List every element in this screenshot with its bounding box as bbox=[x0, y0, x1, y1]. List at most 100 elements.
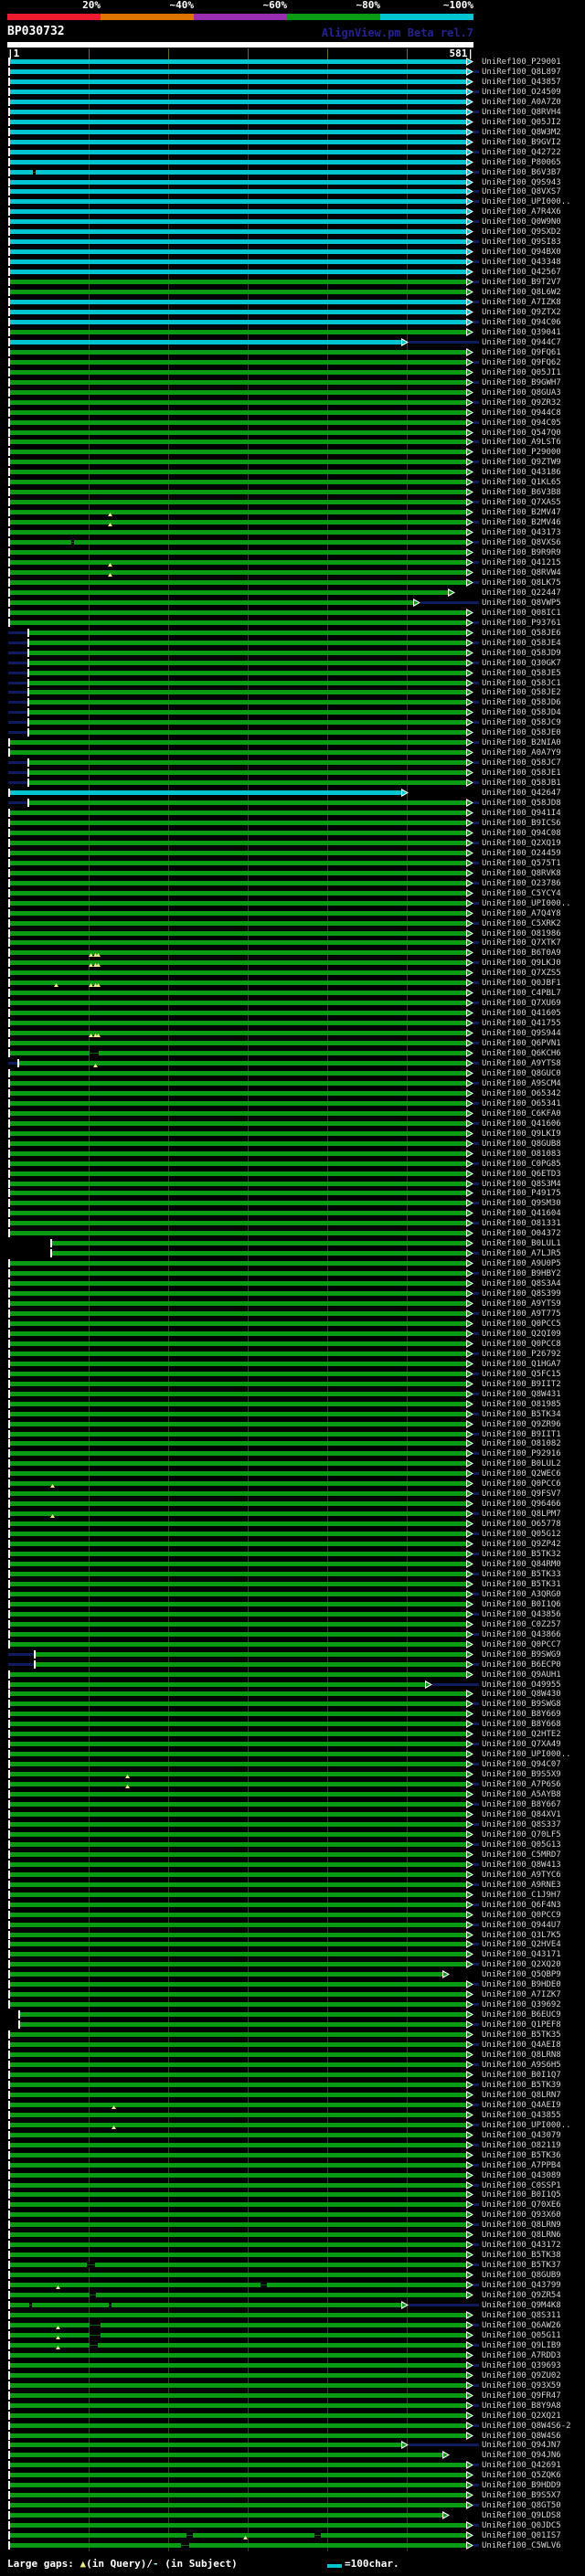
subject-label[interactable]: UniRef100_B9ICS6 bbox=[482, 819, 561, 828]
subject-label[interactable]: UniRef100_Q43855 bbox=[482, 2111, 561, 2120]
alignment-row[interactable]: UniRef100_Q93X60 bbox=[0, 2210, 585, 2220]
subject-label[interactable]: UniRef100_B5TK39 bbox=[482, 2081, 561, 2090]
subject-label[interactable]: UniRef100_O81985 bbox=[482, 1400, 561, 1409]
alignment-row[interactable]: UniRef100_Q08IC1 bbox=[0, 608, 585, 618]
alignment-row[interactable]: UniRef100_Q575T1 bbox=[0, 858, 585, 868]
alignment-row[interactable]: UniRef100_Q8LRN6 bbox=[0, 2230, 585, 2240]
alignment-row[interactable]: UniRef100_B6T0A9 bbox=[0, 948, 585, 958]
subject-label[interactable]: UniRef100_A7Q4Y8 bbox=[482, 909, 561, 918]
subject-label[interactable]: UniRef100_Q944C8 bbox=[482, 408, 561, 418]
subject-label[interactable]: UniRef100_Q4AEI9 bbox=[482, 2101, 561, 2110]
alignment-row[interactable]: UniRef100_A9YTS9 bbox=[0, 1299, 585, 1309]
subject-label[interactable]: UniRef100_O65341 bbox=[482, 1099, 561, 1108]
alignment-row[interactable]: UniRef100_Q58JE2 bbox=[0, 687, 585, 697]
subject-label[interactable]: UniRef100_O81082 bbox=[482, 1439, 561, 1448]
alignment-row[interactable]: UniRef100_A9RNE3 bbox=[0, 1880, 585, 1890]
alignment-row[interactable]: UniRef100_A7LJR5 bbox=[0, 1248, 585, 1258]
alignment-row[interactable]: UniRef100_Q0PCC5 bbox=[0, 1319, 585, 1329]
alignment-row[interactable]: UniRef100_Q9FSV7 bbox=[0, 1489, 585, 1499]
alignment-row[interactable]: UniRef100_Q9ZTX2 bbox=[0, 307, 585, 317]
alignment-row[interactable]: UniRef100_Q7XA49 bbox=[0, 1739, 585, 1749]
alignment-row[interactable]: UniRef100_Q42691 bbox=[0, 2460, 585, 2470]
subject-label[interactable]: UniRef100_Q41215 bbox=[482, 558, 561, 567]
alignment-row[interactable]: UniRef100_B5TK35 bbox=[0, 2030, 585, 2040]
alignment-row[interactable]: UniRef100_P80065 bbox=[0, 157, 585, 167]
subject-label[interactable]: UniRef100_Q70LF5 bbox=[482, 1830, 561, 1839]
subject-label[interactable]: UniRef100_Q43866 bbox=[482, 1630, 561, 1639]
subject-label[interactable]: UniRef100_Q9FQ62 bbox=[482, 358, 561, 367]
alignment-row[interactable]: UniRef100_Q9ZP42 bbox=[0, 1539, 585, 1549]
subject-label[interactable]: UniRef100_Q08IC1 bbox=[482, 609, 561, 618]
alignment-row[interactable]: UniRef100_Q0W9N0 bbox=[0, 217, 585, 227]
alignment-row[interactable]: UniRef100_Q5FC15 bbox=[0, 1369, 585, 1379]
alignment-row[interactable]: UniRef100_UPI000.. bbox=[0, 1749, 585, 1759]
subject-label[interactable]: UniRef100_Q9LIB9 bbox=[482, 2341, 561, 2350]
subject-label[interactable]: UniRef100_Q2QI09 bbox=[482, 1330, 561, 1339]
subject-label[interactable]: UniRef100_Q8GUA3 bbox=[482, 388, 561, 398]
alignment-row[interactable]: UniRef100_Q05G12 bbox=[0, 1529, 585, 1539]
subject-label[interactable]: UniRef100_Q8VWP5 bbox=[482, 599, 561, 608]
subject-label[interactable]: UniRef100_P29000 bbox=[482, 448, 561, 457]
alignment-row[interactable]: UniRef100_Q05G13 bbox=[0, 1839, 585, 1850]
subject-label[interactable]: UniRef100_A0A7Z0 bbox=[482, 98, 561, 107]
alignment-row[interactable]: UniRef100_B2NIA0 bbox=[0, 737, 585, 747]
subject-label[interactable]: UniRef100_Q0PCC9 bbox=[482, 1911, 561, 1920]
alignment-row[interactable]: UniRef100_Q58JE0 bbox=[0, 727, 585, 737]
subject-label[interactable]: UniRef100_Q944U7 bbox=[482, 1921, 561, 1930]
subject-label[interactable]: UniRef100_O04372 bbox=[482, 1229, 561, 1238]
alignment-row[interactable]: UniRef100_Q43866 bbox=[0, 1629, 585, 1639]
alignment-row[interactable]: UniRef100_Q9FR47 bbox=[0, 2390, 585, 2401]
subject-label[interactable]: UniRef100_Q58JD9 bbox=[482, 649, 561, 658]
subject-label[interactable]: UniRef100_Q58JC9 bbox=[482, 718, 561, 727]
alignment-row[interactable]: UniRef100_Q8S337 bbox=[0, 1819, 585, 1829]
subject-label[interactable]: UniRef100_P26792 bbox=[482, 1350, 561, 1359]
subject-label[interactable]: UniRef100_P80065 bbox=[482, 158, 561, 167]
alignment-row[interactable]: UniRef100_A9YTS8 bbox=[0, 1058, 585, 1068]
alignment-row[interactable]: UniRef100_Q9SXD2 bbox=[0, 227, 585, 237]
subject-label[interactable]: UniRef100_Q8L897 bbox=[482, 68, 561, 77]
alignment-row[interactable]: UniRef100_B5TK33 bbox=[0, 1569, 585, 1579]
alignment-row[interactable]: UniRef100_Q8W413 bbox=[0, 1860, 585, 1870]
alignment-row[interactable]: UniRef100_B0LUL1 bbox=[0, 1238, 585, 1248]
alignment-row[interactable]: UniRef100_UPI000.. bbox=[0, 196, 585, 207]
alignment-row[interactable]: UniRef100_Q8GUA3 bbox=[0, 387, 585, 398]
alignment-row[interactable]: UniRef100_B6V3B8 bbox=[0, 487, 585, 497]
alignment-row[interactable]: UniRef100_O81331 bbox=[0, 1218, 585, 1228]
alignment-row[interactable]: UniRef100_A9SCM4 bbox=[0, 1078, 585, 1088]
alignment-row[interactable]: UniRef100_Q58JC7 bbox=[0, 758, 585, 768]
alignment-row[interactable]: UniRef100_A7R4X6 bbox=[0, 207, 585, 217]
subject-label[interactable]: UniRef100_Q0W9N0 bbox=[482, 217, 561, 227]
alignment-row[interactable]: UniRef100_Q8GT50 bbox=[0, 2500, 585, 2510]
subject-label[interactable]: UniRef100_A9RNE3 bbox=[482, 1881, 561, 1890]
subject-label[interactable]: UniRef100_A0A7Y9 bbox=[482, 748, 561, 758]
subject-label[interactable]: UniRef100_B5TK33 bbox=[482, 1570, 561, 1579]
alignment-row[interactable]: UniRef100_Q8GUB9 bbox=[0, 2270, 585, 2280]
alignment-row[interactable]: UniRef100_C4PBL7 bbox=[0, 988, 585, 998]
alignment-row[interactable]: UniRef100_P49175 bbox=[0, 1188, 585, 1198]
alignment-row[interactable]: UniRef100_Q9LKJ0 bbox=[0, 958, 585, 968]
subject-label[interactable]: UniRef100_A9TYC6 bbox=[482, 1871, 561, 1880]
alignment-row[interactable]: UniRef100_A3QRG0 bbox=[0, 1589, 585, 1599]
alignment-row[interactable]: UniRef100_Q05JI1 bbox=[0, 367, 585, 377]
subject-label[interactable]: UniRef100_Q0JBF1 bbox=[482, 979, 561, 988]
alignment-row[interactable]: UniRef100_Q58JD9 bbox=[0, 648, 585, 658]
alignment-row[interactable]: UniRef100_Q84RM0 bbox=[0, 1559, 585, 1569]
alignment-row[interactable]: UniRef100_B9GWH7 bbox=[0, 377, 585, 387]
subject-label[interactable]: UniRef100_Q94C06 bbox=[482, 318, 561, 327]
subject-label[interactable]: UniRef100_Q5FC15 bbox=[482, 1370, 561, 1379]
subject-label[interactable]: UniRef100_Q9M4K8 bbox=[482, 2301, 561, 2310]
alignment-row[interactable]: UniRef100_O81083 bbox=[0, 1149, 585, 1159]
alignment-row[interactable]: UniRef100_Q8W3M2 bbox=[0, 127, 585, 137]
alignment-row[interactable]: UniRef100_Q9ZTW9 bbox=[0, 457, 585, 467]
subject-label[interactable]: UniRef100_Q94BX0 bbox=[482, 248, 561, 257]
subject-label[interactable]: UniRef100_B9GWH7 bbox=[482, 378, 561, 387]
alignment-row[interactable]: UniRef100_Q0PCC9 bbox=[0, 1910, 585, 1920]
subject-label[interactable]: UniRef100_Q43089 bbox=[482, 2171, 561, 2180]
subject-label[interactable]: UniRef100_Q8RVH4 bbox=[482, 108, 561, 117]
subject-label[interactable]: UniRef100_Q58JE0 bbox=[482, 728, 561, 737]
alignment-row[interactable]: UniRef100_A7RDD3 bbox=[0, 2350, 585, 2360]
alignment-row[interactable]: UniRef100_Q8LRN8 bbox=[0, 2050, 585, 2060]
subject-label[interactable]: UniRef100_C1J9H7 bbox=[482, 1891, 561, 1900]
subject-label[interactable]: UniRef100_A7RDD3 bbox=[482, 2351, 561, 2360]
alignment-row[interactable]: UniRef100_A9TYC6 bbox=[0, 1870, 585, 1880]
